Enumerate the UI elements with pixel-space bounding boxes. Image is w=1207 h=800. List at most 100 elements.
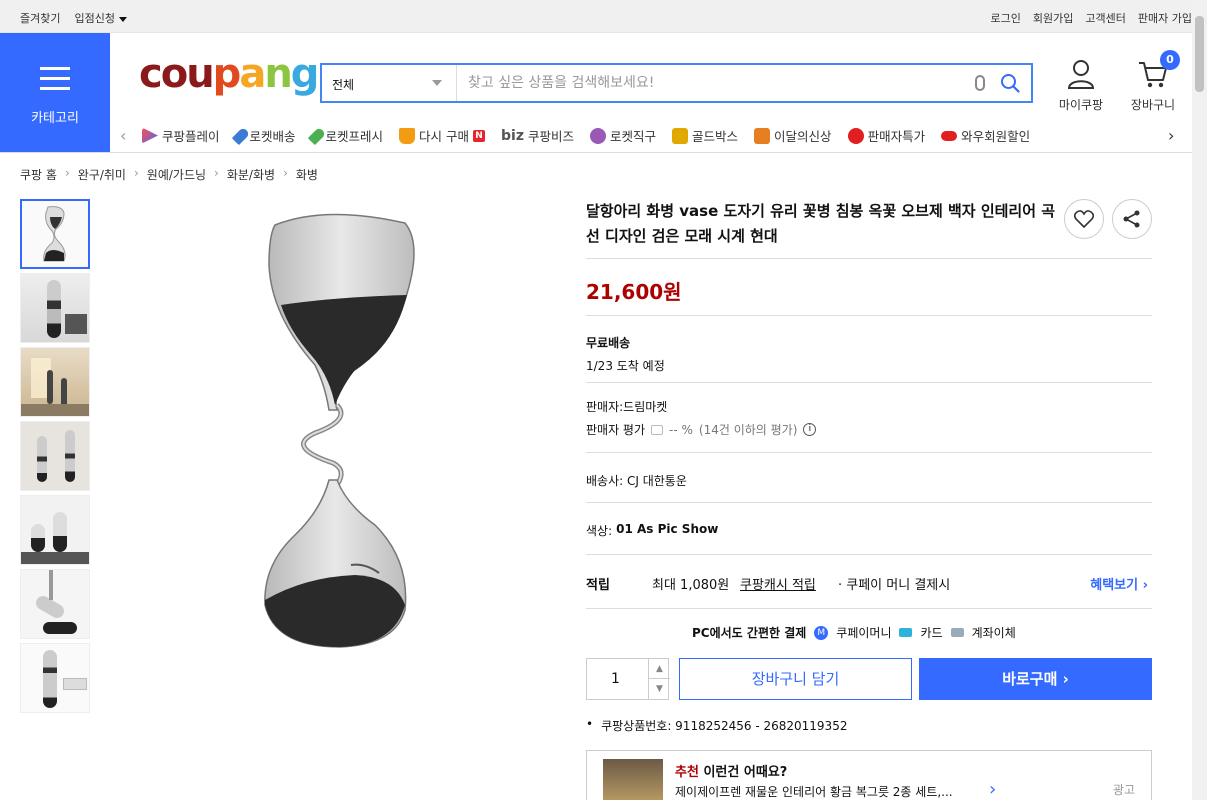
vendor-apply-link[interactable]: 입점신청: [74, 10, 127, 26]
seller-signup-link[interactable]: 판매자 가입: [1138, 10, 1192, 26]
search-category-select[interactable]: 전체: [322, 65, 457, 101]
divider: [586, 608, 1152, 609]
user-icon: [1067, 60, 1095, 89]
color-label: 색상:: [586, 524, 613, 538]
recommend-label-red: 추천: [675, 765, 699, 780]
coupang-logo[interactable]: coupang: [139, 51, 319, 97]
chevron-right-icon: ›: [1142, 578, 1148, 593]
color-value: 01 As Pic Show: [616, 522, 719, 536]
chevron-right-icon: ›: [214, 166, 219, 180]
rocket-global-icon: [590, 127, 607, 144]
product-thumbnail[interactable]: [20, 421, 90, 491]
nav-item-buy-again[interactable]: 다시 구매 N: [399, 126, 486, 145]
product-thumbnail[interactable]: [20, 495, 90, 565]
coupay-money-icon: M: [814, 625, 829, 640]
nav-item-coupang-biz[interactable]: biz 쿠팡비즈: [501, 126, 574, 145]
caret-down-icon: [118, 16, 127, 22]
nav-item-rocket-global[interactable]: 로켓직구: [590, 126, 656, 145]
recommendation-box[interactable]: 추천 이런건 어때요? 제이제이프렌 재물운 인테리어 황금 복그릇 2종 세트…: [586, 750, 1152, 800]
product-thumbnail[interactable]: [20, 643, 90, 713]
recommend-label: 이런건 어때요?: [703, 765, 788, 780]
chevron-right-icon[interactable]: ›: [989, 779, 996, 800]
thumbnail-list: [20, 199, 90, 717]
wow-icon: [941, 130, 958, 141]
nav-item-label: 판매자특가: [867, 129, 926, 144]
buy-now-button[interactable]: 바로구매 ›: [919, 658, 1152, 700]
hamburger-icon: [40, 67, 70, 97]
seller-name[interactable]: 판매자:드림마켓: [586, 398, 816, 415]
nav-item-label: 이달의신상: [774, 129, 832, 144]
my-coupang-button[interactable]: 마이쿠팡: [1055, 58, 1107, 113]
arrival-date: 1/23 도착 예정: [586, 359, 665, 373]
cart-label: 장바구니: [1130, 98, 1176, 112]
category-menu-button[interactable]: 카테고리: [0, 33, 110, 153]
product-info-panel: 달항아리 화병 vase 도자기 유리 꽃병 침봉 옥꽃 오브제 백자 인테리어…: [586, 199, 1152, 800]
divider: [586, 382, 1152, 383]
biz-icon: biz: [501, 127, 524, 144]
chevron-left-icon[interactable]: ‹: [120, 126, 126, 145]
pay-method: 카드: [920, 626, 943, 640]
signup-link[interactable]: 회원가입: [1033, 10, 1073, 26]
recommendation-thumbnail[interactable]: [603, 759, 663, 800]
nav-item-goldbox[interactable]: 골드박스: [672, 126, 738, 145]
product-thumbnail[interactable]: [20, 273, 90, 343]
search-input[interactable]: [458, 65, 963, 101]
nav-item-seller-deals[interactable]: 판매자특가: [847, 126, 926, 145]
cart-count-badge: 0: [1160, 50, 1180, 70]
nav-item-new-arrivals[interactable]: 이달의신상: [754, 126, 832, 145]
nav-item-rocket-delivery[interactable]: 로켓배송: [231, 126, 296, 145]
breadcrumb-item[interactable]: 완구/취미: [78, 166, 126, 183]
product-title: 달항아리 화병 vase 도자기 유리 꽃병 침봉 옥꽃 오브제 백자 인테리어…: [586, 202, 1056, 245]
cart-button[interactable]: 0 장바구니: [1126, 50, 1180, 113]
buy-now-label: 바로구매: [1002, 670, 1058, 688]
nav-item-coupang-play[interactable]: 쿠팡플레이: [142, 126, 220, 145]
breadcrumb: 쿠팡 홈 › 완구/취미 › 원예/가드닝 › 화분/화병 › 화병: [20, 166, 318, 183]
product-thumbnail[interactable]: [20, 569, 90, 639]
product-main-image[interactable]: [255, 205, 425, 655]
info-icon[interactable]: i: [803, 423, 817, 436]
scrollbar[interactable]: [1192, 0, 1207, 800]
nav-item-rocket-fresh[interactable]: 로켓프레시: [307, 126, 383, 145]
coupang-cash-link[interactable]: 쿠팡캐시 적립: [740, 574, 816, 593]
customer-center-link[interactable]: 고객센터: [1085, 10, 1125, 26]
wishlist-button[interactable]: [1064, 199, 1104, 239]
share-button[interactable]: [1112, 199, 1152, 239]
divider: [586, 315, 1152, 316]
breadcrumb-item[interactable]: 원예/가드닝: [147, 166, 206, 183]
add-to-cart-button[interactable]: 장바구니 담기: [679, 658, 912, 700]
breadcrumb-item[interactable]: 화분/화병: [227, 166, 275, 183]
nav-item-label: 와우회원할인: [961, 129, 1031, 144]
recommend-item-title[interactable]: 제이제이프렌 재물운 인테리어 황금 복그릇 2종 세트,...: [675, 783, 953, 800]
quantity-increase-icon[interactable]: ▲: [648, 659, 670, 679]
benefit-link[interactable]: 혜택보기 ›: [1090, 574, 1148, 593]
new-badge: N: [473, 129, 486, 142]
microphone-icon[interactable]: [975, 75, 985, 91]
breadcrumb-item[interactable]: 쿠팡 홈: [20, 166, 57, 183]
scrollbar-thumb[interactable]: [1195, 16, 1204, 92]
search-category-value: 전체: [332, 78, 355, 92]
product-thumbnail[interactable]: [20, 347, 90, 417]
breadcrumb-item[interactable]: 화병: [296, 166, 318, 183]
quantity-decrease-icon[interactable]: ▼: [648, 679, 670, 699]
nav-item-wow-discount[interactable]: 와우회원할인: [941, 126, 1030, 145]
top-utility-bar: 즐겨찾기 입점신청 로그인 회원가입 고객센터 판매자 가입: [0, 0, 1192, 33]
chevron-right-icon[interactable]: ›: [1164, 126, 1175, 145]
chevron-right-icon: ›: [1062, 670, 1069, 688]
search-icon[interactable]: [1000, 73, 1020, 93]
product-thumbnail[interactable]: [20, 199, 90, 269]
chevron-right-icon: ›: [283, 166, 288, 180]
nav-item-label: 쿠팡플레이: [162, 129, 220, 144]
dropdown-arrow-icon: [432, 80, 442, 86]
login-link[interactable]: 로그인: [991, 10, 1021, 26]
logo-text-part: cou: [139, 51, 215, 97]
logo-text-part: a: [239, 51, 266, 97]
seller-rating-value: -- %: [669, 422, 693, 437]
logo-text-part: n: [264, 51, 293, 97]
card-icon: [899, 628, 913, 637]
quantity-value[interactable]: 1: [611, 671, 620, 687]
new-bag-icon: [754, 127, 771, 144]
favorites-link[interactable]: 즐겨찾기: [20, 10, 60, 26]
reward-label: 적립: [586, 578, 610, 593]
carrier-info: 배송사: CJ 대한통운: [586, 474, 687, 488]
benefit-link-label: 혜택보기: [1090, 578, 1139, 593]
